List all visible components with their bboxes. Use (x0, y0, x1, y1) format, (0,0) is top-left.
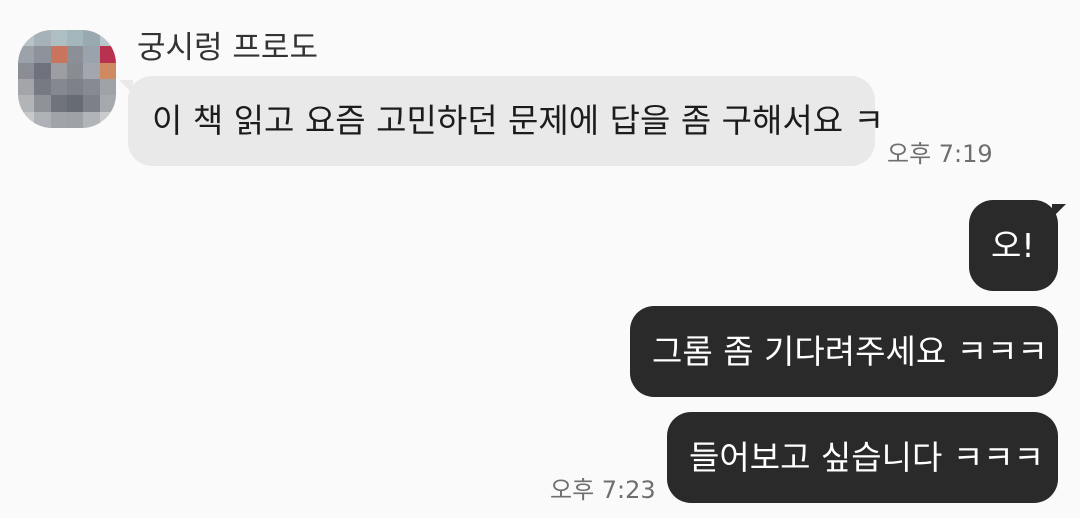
avatar-mosaic-pixel (18, 111, 35, 128)
outgoing-message-text: 오! (991, 225, 1035, 265)
outgoing-message-bubble[interactable]: 그롬 좀 기다려주세요 ㅋㅋㅋ (630, 306, 1058, 397)
avatar-mosaic-pixel (34, 46, 51, 63)
avatar-mosaic-pixel (67, 46, 84, 63)
avatar-mosaic-pixel (18, 62, 35, 79)
avatar-mosaic-pixel (99, 79, 116, 96)
avatar-mosaic-pixel (67, 111, 84, 128)
avatar-mosaic-pixel (34, 30, 51, 47)
avatar-mosaic-pixel (99, 30, 116, 47)
avatar[interactable] (18, 30, 116, 128)
avatar-mosaic-pixel (99, 111, 116, 128)
avatar-mosaic-pixel (18, 46, 35, 63)
avatar-mosaic-pixel (50, 95, 67, 112)
avatar-mosaic-pixel (67, 62, 84, 79)
avatar-mosaic-pixel (50, 46, 67, 63)
avatar-mosaic-pixel (83, 79, 100, 96)
outgoing-message-text: 들어보고 싶습니다 ㅋㅋㅋ (689, 437, 1044, 477)
incoming-message-text: 이 책 읽고 요즘 고민하던 문제에 답을 좀 구해서요 ㅋ (152, 101, 884, 140)
avatar-mosaic-pixel (18, 95, 35, 112)
avatar-mosaic-pixel (99, 46, 116, 63)
avatar-mosaic-pixel (83, 62, 100, 79)
avatar-mosaic-pixel (18, 79, 35, 96)
avatar-mosaic-pixel (50, 79, 67, 96)
avatar-mosaic-pixel (99, 62, 116, 79)
avatar-mosaic-pixel (67, 30, 84, 47)
avatar-mosaic-pixel (50, 30, 67, 47)
avatar-mosaic-pixel (67, 95, 84, 112)
outgoing-message-time: 오후 7:23 (550, 476, 656, 504)
avatar-mosaic-pixel (34, 111, 51, 128)
avatar-mosaic-pixel (83, 30, 100, 47)
outgoing-message-bubble[interactable]: 들어보고 싶습니다 ㅋㅋㅋ (667, 412, 1058, 503)
avatar-mosaic-pixel (34, 62, 51, 79)
avatar-mosaic-pixel (83, 95, 100, 112)
avatar-mosaic-pixel (34, 79, 51, 96)
incoming-message-time: 오후 7:19 (887, 140, 993, 168)
avatar-mosaic-pixel (50, 111, 67, 128)
avatar-mosaic-pixel (99, 95, 116, 112)
avatar-mosaic-pixel (18, 30, 35, 47)
avatar-mosaic-pixel (50, 62, 67, 79)
avatar-mosaic-pixel (67, 79, 84, 96)
outgoing-message-bubble[interactable]: 오! (969, 200, 1058, 291)
avatar-mosaic-pixel (34, 95, 51, 112)
sender-name: 궁시렁 프로도 (137, 30, 318, 66)
avatar-mosaic-pixel (83, 46, 100, 63)
outgoing-message-text: 그롬 좀 기다려주세요 ㅋㅋㅋ (652, 331, 1048, 371)
incoming-message-bubble[interactable]: 이 책 읽고 요즘 고민하던 문제에 답을 좀 구해서요 ㅋ (128, 76, 884, 166)
avatar-mosaic-pixel (83, 111, 100, 128)
